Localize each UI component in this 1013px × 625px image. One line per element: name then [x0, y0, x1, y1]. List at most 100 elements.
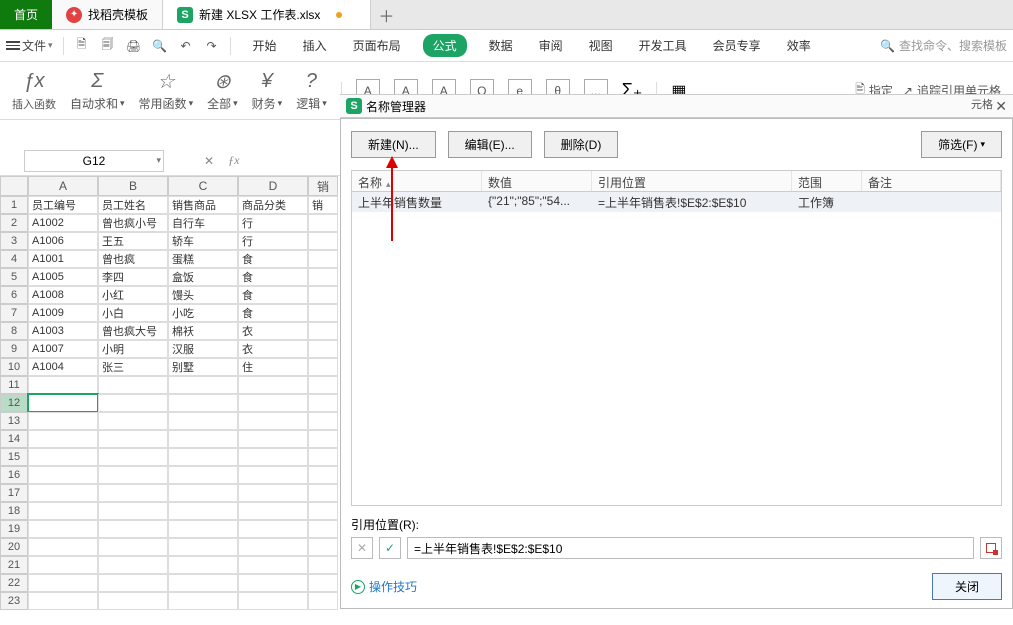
cell[interactable] [168, 394, 238, 412]
cell[interactable]: 员工编号 [28, 196, 98, 214]
cell[interactable] [308, 466, 338, 484]
cell[interactable] [28, 520, 98, 538]
cell[interactable] [238, 412, 308, 430]
row-header[interactable]: 4 [0, 250, 28, 268]
insert-fn-button[interactable]: ƒx 插入函数 [12, 70, 56, 112]
cell[interactable]: 曾也疯大号 [98, 322, 168, 340]
row-header[interactable]: 12 [0, 394, 28, 412]
menu-tab-insert[interactable]: 插入 [299, 33, 331, 58]
cell[interactable] [238, 538, 308, 556]
cell[interactable] [98, 430, 168, 448]
cell[interactable] [98, 592, 168, 610]
cell[interactable] [28, 466, 98, 484]
cell[interactable]: 衣 [238, 340, 308, 358]
cell[interactable] [168, 592, 238, 610]
row-header[interactable]: 17 [0, 484, 28, 502]
nm-th-name[interactable]: 名称 [352, 171, 482, 191]
nm-th-ref[interactable]: 引用位置 [592, 171, 792, 191]
cell[interactable]: 行 [238, 232, 308, 250]
cell[interactable] [168, 448, 238, 466]
cell[interactable] [308, 394, 338, 412]
undo-icon[interactable]: ↶ [178, 38, 194, 54]
row-header[interactable]: 15 [0, 448, 28, 466]
cell[interactable] [28, 502, 98, 520]
nm-th-value[interactable]: 数值 [482, 171, 592, 191]
new-tab-button[interactable]: ＋ [371, 0, 401, 29]
col-header[interactable]: A [28, 176, 98, 196]
cell[interactable] [168, 484, 238, 502]
cell[interactable] [28, 556, 98, 574]
cell[interactable] [168, 376, 238, 394]
nm-th-note[interactable]: 备注 [862, 171, 1001, 191]
cell[interactable]: 小白 [98, 304, 168, 322]
tab-home[interactable]: 首页 [0, 0, 52, 29]
cell[interactable] [308, 502, 338, 520]
cell[interactable] [308, 592, 338, 610]
nm-filter-button[interactable]: 筛选(F)▾ [921, 131, 1002, 158]
cell[interactable] [98, 556, 168, 574]
preview-icon[interactable]: 🔍 [152, 38, 168, 54]
cell[interactable]: A1005 [28, 268, 98, 286]
cell[interactable] [28, 538, 98, 556]
cell[interactable]: 自行车 [168, 214, 238, 232]
cell[interactable] [28, 448, 98, 466]
row-header[interactable]: 1 [0, 196, 28, 214]
cell[interactable] [308, 358, 338, 376]
cell[interactable]: 盒饭 [168, 268, 238, 286]
nm-ref-confirm[interactable]: ✓ [379, 537, 401, 559]
cell[interactable] [238, 376, 308, 394]
common-fn-button[interactable]: ☆ 常用函数 ▾ [139, 69, 194, 112]
cell[interactable]: 商品分类 [238, 196, 308, 214]
cell[interactable] [98, 502, 168, 520]
cell[interactable] [238, 466, 308, 484]
nm-th-scope[interactable]: 范围 [792, 171, 862, 191]
row-header[interactable]: 9 [0, 340, 28, 358]
menu-tab-eff[interactable]: 效率 [783, 33, 815, 58]
row-header[interactable]: 21 [0, 556, 28, 574]
cell[interactable] [28, 574, 98, 592]
cell[interactable]: 轿车 [168, 232, 238, 250]
cell[interactable] [98, 376, 168, 394]
cell[interactable]: 小吃 [168, 304, 238, 322]
autosum-button[interactable]: Σ 自动求和 ▾ [70, 69, 125, 112]
row-header[interactable]: 3 [0, 232, 28, 250]
cell[interactable]: 馒头 [168, 286, 238, 304]
row-header[interactable]: 2 [0, 214, 28, 232]
row-header[interactable]: 7 [0, 304, 28, 322]
menu-tab-start[interactable]: 开始 [249, 33, 281, 58]
cell[interactable] [238, 430, 308, 448]
cell[interactable] [168, 412, 238, 430]
cell[interactable] [168, 520, 238, 538]
cell[interactable] [308, 448, 338, 466]
cell[interactable] [308, 250, 338, 268]
cell[interactable] [238, 448, 308, 466]
menu-tab-layout[interactable]: 页面布局 [349, 33, 405, 58]
cell[interactable] [98, 538, 168, 556]
cell[interactable] [168, 556, 238, 574]
cell[interactable]: 汉服 [168, 340, 238, 358]
cell[interactable]: 小明 [98, 340, 168, 358]
cell[interactable]: A1004 [28, 358, 98, 376]
cell[interactable] [308, 376, 338, 394]
cell[interactable]: A1009 [28, 304, 98, 322]
all-fn-button[interactable]: ⊛ 全部 ▾ [207, 69, 238, 112]
cell[interactable] [308, 340, 338, 358]
cell[interactable] [168, 466, 238, 484]
cell[interactable]: 食 [238, 250, 308, 268]
cell[interactable] [308, 574, 338, 592]
nm-close-x[interactable]: ✕ [995, 98, 1007, 115]
menu-tab-review[interactable]: 审阅 [535, 33, 567, 58]
col-header[interactable]: 销 [308, 176, 338, 196]
search-area[interactable]: 🔍 查找命令、搜索模板 [880, 37, 1007, 54]
cell[interactable]: 销售商品 [168, 196, 238, 214]
col-header[interactable]: D [238, 176, 308, 196]
cell[interactable]: 食 [238, 268, 308, 286]
cell[interactable] [238, 484, 308, 502]
nm-close-button[interactable]: 关闭 [932, 573, 1002, 600]
cell[interactable]: A1002 [28, 214, 98, 232]
save-icon[interactable]: 🗎 [74, 38, 90, 54]
row-header[interactable]: 10 [0, 358, 28, 376]
tab-file[interactable]: S 新建 XLSX 工作表.xlsx [163, 0, 371, 29]
cell[interactable] [238, 502, 308, 520]
cell[interactable] [308, 304, 338, 322]
